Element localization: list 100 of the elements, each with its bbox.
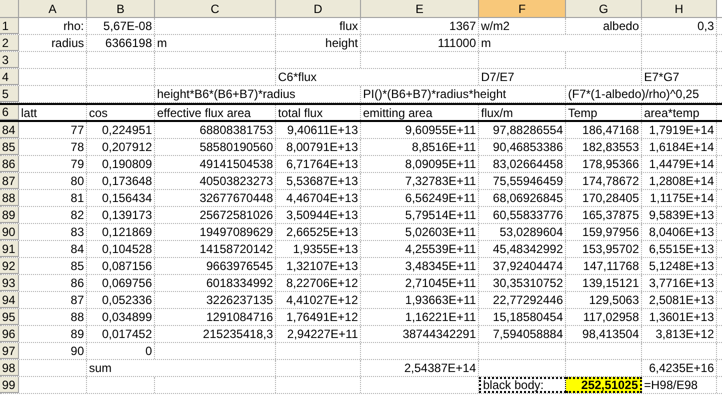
table-cell: flux/m [481, 106, 514, 118]
table-cell: 3,813E+12 [656, 328, 714, 340]
table-cell: 4,41027E+12 [286, 294, 358, 306]
table-cell: 6,4235E+16 [648, 362, 714, 374]
table-cell: 19497089629 [200, 226, 273, 238]
row-header[interactable]: 89 [0, 207, 19, 223]
row-header[interactable]: 85 [0, 139, 19, 155]
table-cell: 0,104528 [102, 243, 152, 255]
table-cell: 32677670448 [200, 192, 273, 204]
table-cell: 3,7716E+13 [648, 277, 714, 289]
table-cell: radius [51, 37, 84, 49]
table-cell: 0,173648 [102, 175, 152, 187]
table-cell: 30,35310752 [492, 277, 563, 289]
table-cell: 9663976545 [206, 260, 273, 272]
row-header[interactable]: 92 [0, 258, 19, 274]
table-cell: 53,0289604 [500, 226, 563, 238]
column-header[interactable]: A [19, 0, 87, 17]
table-cell: 8,00791E+13 [286, 141, 358, 153]
table-cell: 147,11768 [583, 260, 639, 272]
table-cell: 98,413504 [582, 328, 639, 340]
table-cell: 37,92404474 [492, 260, 563, 272]
table-cell: 78 [70, 141, 84, 153]
table-cell: height*B6*(B6+B7)*radius [157, 88, 296, 100]
table-cell: 84 [70, 243, 84, 255]
table-cell: latt [21, 106, 38, 118]
column-header[interactable]: H [642, 0, 717, 17]
table-cell: 0,034899 [102, 311, 152, 323]
table-cell: 2,94227E+11 [287, 328, 358, 340]
table-cell: 83 [70, 226, 84, 238]
table-cell: 4,25539E+11 [405, 243, 476, 255]
row-header[interactable]: 93 [0, 275, 19, 291]
table-cell: 0,052336 [102, 294, 152, 306]
table-cell: 5,79514E+11 [405, 209, 476, 221]
row-header[interactable]: 98 [0, 360, 19, 376]
column-header[interactable]: G [566, 0, 642, 17]
table-cell: 117,02958 [583, 311, 639, 323]
table-cell: 25672581026 [200, 209, 273, 221]
table-cell: 2,54387E+14 [404, 362, 476, 374]
row-header[interactable]: 4 [0, 69, 19, 85]
row-header[interactable]: 95 [0, 309, 19, 325]
table-cell: 9,40611E+13 [287, 124, 358, 136]
table-cell: albedo [602, 20, 639, 32]
row-header[interactable]: 5 [0, 86, 19, 102]
table-cell: 85 [70, 260, 84, 272]
table-cell: 3,48345E+11 [405, 260, 476, 272]
column-header[interactable]: C [155, 0, 276, 17]
table-cell: 58580190560 [200, 141, 273, 153]
row-header[interactable]: 94 [0, 292, 19, 308]
row-header[interactable]: 97 [0, 343, 19, 359]
table-cell: 252,51025 [581, 379, 638, 391]
table-cell: 15,18580454 [492, 311, 563, 323]
column-header[interactable]: B [87, 0, 155, 17]
table-cell: E7*G7 [644, 71, 680, 83]
row-header[interactable]: 90 [0, 224, 19, 240]
row-header[interactable]: 88 [0, 190, 19, 206]
table-cell: 0,207912 [102, 141, 152, 153]
table-cell: 22,77292446 [492, 294, 563, 306]
select-all-corner[interactable] [0, 0, 19, 17]
table-cell: black body: [483, 379, 544, 391]
table-cell: 1,16221E+11 [405, 311, 476, 323]
table-cell: 82 [70, 209, 84, 221]
table-cell: 0,224951 [102, 124, 152, 136]
table-cell: 2,66525E+13 [286, 226, 358, 238]
row-header[interactable]: 6 [0, 105, 19, 120]
table-cell: =H98/E98 [644, 379, 698, 391]
column-header[interactable]: E [361, 0, 479, 17]
table-cell: PI()*(B6+B7)*radius*height [363, 88, 506, 100]
row-header[interactable]: 84 [0, 122, 19, 138]
row-header[interactable]: 99 [0, 377, 19, 393]
table-cell: 1,6184E+14 [648, 141, 714, 153]
row-header[interactable]: 96 [0, 326, 19, 342]
row-header[interactable]: 87 [0, 173, 19, 189]
table-cell: 5,1248E+13 [648, 260, 714, 272]
table-cell: 1,7919E+14 [648, 124, 714, 136]
table-cell: m [481, 37, 491, 49]
table-cell: effective flux area [157, 106, 251, 118]
table-cell: 1,93663E+11 [405, 294, 476, 306]
table-cell: Temp [568, 106, 598, 118]
row-header[interactable]: 86 [0, 156, 19, 172]
row-header[interactable]: 1 [0, 18, 19, 34]
table-cell: 8,22706E+12 [286, 277, 358, 289]
table-cell: 8,0406E+13 [648, 226, 714, 238]
table-cell: 129,5063 [588, 294, 639, 306]
table-cell: 1,1175E+14 [650, 192, 714, 204]
column-header[interactable]: F [479, 0, 566, 17]
row-header[interactable]: 91 [0, 241, 19, 257]
table-cell: area*temp [644, 106, 700, 118]
table-cell: 7,32783E+11 [405, 175, 476, 187]
row-header[interactable]: 2 [0, 35, 19, 51]
table-cell: 86 [70, 277, 84, 289]
row-header[interactable]: 3 [0, 52, 19, 68]
table-cell: 75,55946459 [492, 175, 563, 187]
table-cell: total flux [278, 106, 323, 118]
table-cell: flux [339, 20, 358, 32]
table-cell: 0,3 [697, 20, 714, 32]
table-cell: 40503823273 [200, 175, 273, 187]
table-cell: 89 [70, 328, 84, 340]
table-cell: cos [89, 106, 108, 118]
column-header[interactable]: D [276, 0, 361, 17]
table-cell: 60,55833776 [492, 209, 563, 221]
